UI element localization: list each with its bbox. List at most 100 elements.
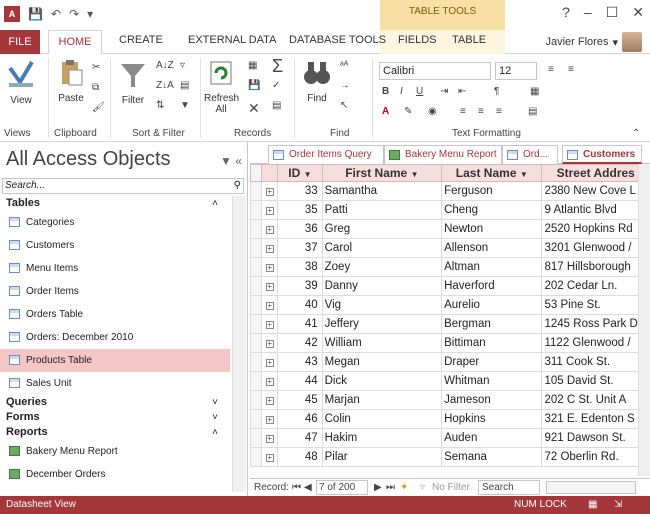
table-cell[interactable]: Samantha xyxy=(321,181,443,201)
table-cell[interactable]: Aurelio xyxy=(441,295,543,315)
table-cell[interactable]: 1245 Ross Park D xyxy=(541,314,650,334)
selection-filter-icon[interactable]: ▿ xyxy=(180,60,185,71)
row-selector[interactable] xyxy=(250,447,263,467)
table-cell[interactable]: 46 xyxy=(277,409,323,429)
background-color-icon[interactable]: ◉ xyxy=(428,106,437,117)
table-cell[interactable]: 105 David St. xyxy=(541,371,650,391)
table-cell[interactable]: Bergman xyxy=(441,314,543,334)
expand-icon[interactable]: + xyxy=(265,321,274,329)
nav-scrollbar[interactable] xyxy=(232,196,246,492)
align-left-icon[interactable]: ≡ xyxy=(460,106,466,117)
column-header-id[interactable]: ID ▼ xyxy=(277,164,323,182)
table-cell[interactable]: Danny xyxy=(321,276,443,296)
row-selector[interactable] xyxy=(250,295,263,315)
delete-record-icon[interactable]: ✕ xyxy=(248,100,260,117)
table-cell[interactable]: 36 xyxy=(277,219,323,239)
table-cell[interactable]: 2380 New Cove L xyxy=(541,181,650,201)
table-cell[interactable]: Vig xyxy=(321,295,443,315)
column-header-last-name[interactable]: Last Name ▼ xyxy=(441,164,543,182)
expand-icon[interactable]: + xyxy=(265,207,274,215)
table-cell[interactable]: 37 xyxy=(277,238,323,258)
user-account[interactable]: Javier Flores ▾ xyxy=(546,32,642,52)
datasheet-scrollbar[interactable] xyxy=(638,164,650,476)
table-cell[interactable]: Altman xyxy=(441,257,543,277)
nav-search-input[interactable]: Search... ⚲ xyxy=(2,178,244,194)
paragraph-icon[interactable]: ¶ xyxy=(494,86,499,97)
shutter-bar-icon[interactable]: « xyxy=(235,154,242,168)
help-icon[interactable]: ? xyxy=(562,4,570,21)
table-cell[interactable]: 2520 Hopkins Rd xyxy=(541,219,650,239)
table-row[interactable]: +33 Samantha Ferguson 2380 New Cove L xyxy=(250,181,650,201)
highlight-icon[interactable]: ✎ xyxy=(404,106,412,117)
table-row[interactable]: +48 Pilar Semana 72 Oberlin Rd. xyxy=(250,447,650,467)
nav-menu-icon[interactable]: ▼ xyxy=(220,154,232,168)
numbering-icon[interactable]: ≡ xyxy=(568,64,574,75)
row-selector[interactable] xyxy=(250,371,263,391)
minimize-icon[interactable]: – xyxy=(584,4,592,21)
more-records-icon[interactable]: ▤ xyxy=(272,100,281,111)
expand-icon[interactable]: + xyxy=(265,283,274,291)
close-icon[interactable]: ✕ xyxy=(632,4,644,21)
nav-item[interactable]: Orders Table xyxy=(0,303,230,326)
table-cell[interactable]: 3201 Glenwood / xyxy=(541,238,650,258)
row-selector[interactable] xyxy=(250,314,263,334)
row-selector[interactable] xyxy=(250,238,263,258)
table-cell[interactable]: Whitman xyxy=(441,371,543,391)
outdent-icon[interactable]: ⇤ xyxy=(458,86,466,97)
italic-icon[interactable]: I xyxy=(400,86,403,97)
table-cell[interactable]: Allenson xyxy=(441,238,543,258)
chevron-up-icon[interactable]: ˄ xyxy=(212,425,218,440)
totals-icon[interactable]: Σ xyxy=(272,56,283,77)
row-selector[interactable] xyxy=(250,352,263,372)
expand-icon[interactable]: + xyxy=(265,378,274,386)
table-cell[interactable]: Dick xyxy=(321,371,443,391)
sort-descending-icon[interactable]: Z↓A xyxy=(156,80,174,91)
design-view-icon[interactable]: ⇲ xyxy=(614,496,622,514)
nav-section-header[interactable]: Queries ˅ xyxy=(0,395,230,410)
table-row[interactable]: +43 Megan Draper 311 Cook St. xyxy=(250,352,650,372)
table-cell[interactable]: William xyxy=(321,333,443,353)
undo-icon[interactable]: ↶ xyxy=(51,7,61,21)
expand-icon[interactable]: + xyxy=(265,264,274,272)
toggle-filter-icon[interactable]: ▼ xyxy=(180,100,190,111)
save-icon[interactable]: 💾 xyxy=(28,7,43,21)
table-cell[interactable]: 33 xyxy=(277,181,323,201)
table-cell[interactable]: 817 Hillsborough xyxy=(541,257,650,277)
table-cell[interactable]: Newton xyxy=(441,219,543,239)
column-header-street-address[interactable]: Street Addres xyxy=(541,164,650,182)
redo-icon[interactable]: ↷ xyxy=(69,7,79,21)
table-cell[interactable]: Jeffery xyxy=(321,314,443,334)
expand-icon[interactable]: + xyxy=(265,340,274,348)
tab-order-items-query[interactable]: Order Items Query xyxy=(268,145,384,164)
expand-icon[interactable]: + xyxy=(265,416,274,424)
table-cell[interactable]: Auden xyxy=(441,428,543,448)
table-cell[interactable]: 39 xyxy=(277,276,323,296)
save-record-icon[interactable]: 💾 xyxy=(248,80,260,91)
font-name-select[interactable]: Calibri xyxy=(379,62,491,80)
view-button[interactable]: View xyxy=(6,60,36,106)
tab-table[interactable]: TABLE xyxy=(452,34,486,46)
table-cell[interactable]: Bittiman xyxy=(441,333,543,353)
expand-icon[interactable]: + xyxy=(265,359,274,367)
table-cell[interactable]: 41 xyxy=(277,314,323,334)
table-cell[interactable]: Hakim xyxy=(321,428,443,448)
table-cell[interactable]: Zoey xyxy=(321,257,443,277)
align-right-icon[interactable]: ≡ xyxy=(496,106,502,117)
table-cell[interactable]: 44 xyxy=(277,371,323,391)
tab-customers[interactable]: Customers xyxy=(562,145,642,164)
chevron-down-icon[interactable]: ▼ xyxy=(520,170,528,179)
table-cell[interactable]: 48 xyxy=(277,447,323,467)
nav-section-header[interactable]: Tables ˄ xyxy=(0,196,230,211)
column-header-first-name[interactable]: First Name ▼ xyxy=(321,164,443,182)
nav-section-header[interactable]: Forms ˅ xyxy=(0,410,230,425)
tab-home[interactable]: HOME xyxy=(48,30,102,55)
tab-create[interactable]: CREATE xyxy=(119,34,163,46)
row-selector[interactable] xyxy=(250,333,263,353)
chevron-down-icon[interactable]: ▼ xyxy=(411,170,419,179)
format-painter-icon[interactable]: 🖌 xyxy=(92,102,105,113)
expand-icon[interactable]: + xyxy=(265,245,274,253)
maximize-icon[interactable]: ☐ xyxy=(606,4,619,21)
row-selector[interactable] xyxy=(250,276,263,296)
table-cell[interactable]: Draper xyxy=(441,352,543,372)
row-selector[interactable] xyxy=(250,409,263,429)
